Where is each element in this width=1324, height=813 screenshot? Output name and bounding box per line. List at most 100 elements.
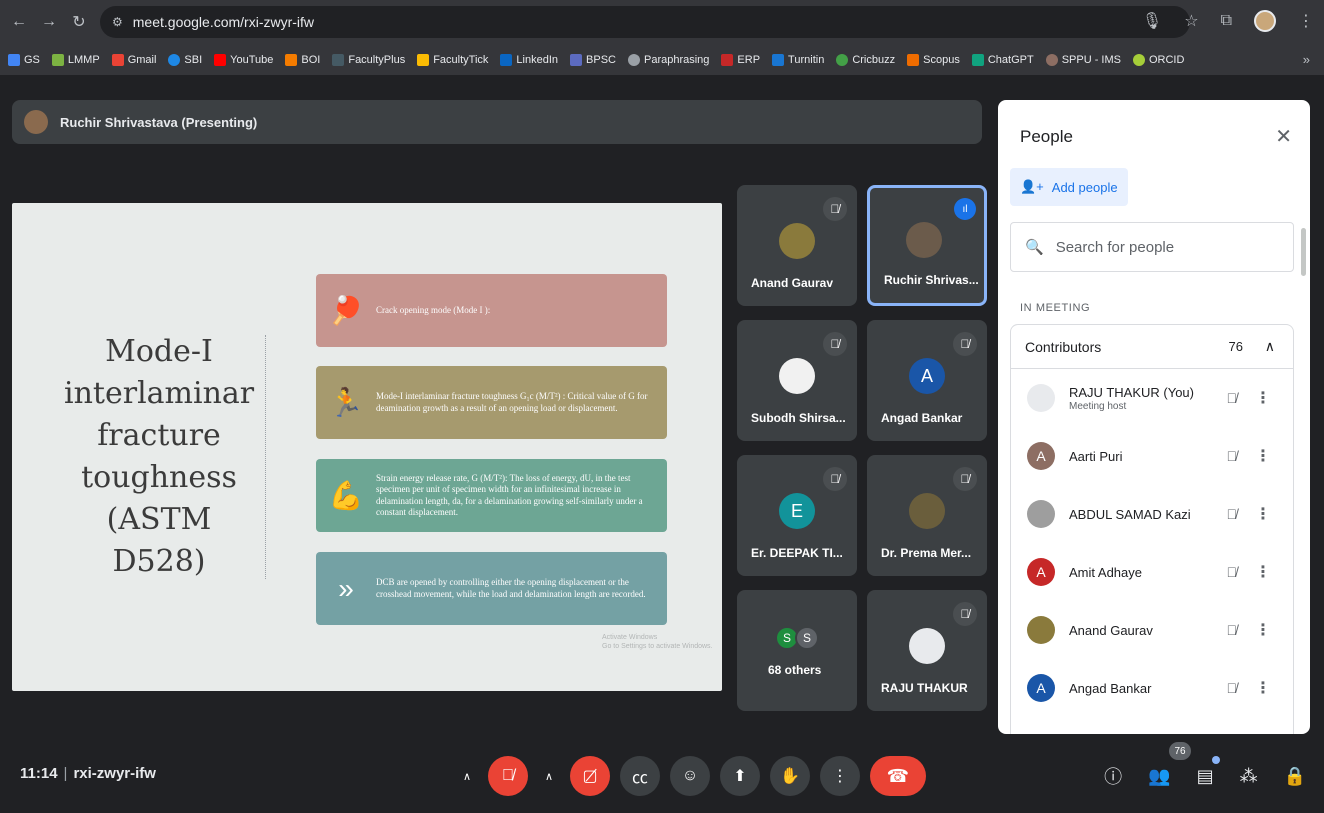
bookmark-item[interactable]: SPPU - IMS — [1045, 53, 1121, 66]
audio-options-chevron-icon[interactable]: ∧ — [456, 756, 478, 796]
bookmark-item[interactable]: FacultyTick — [417, 53, 488, 66]
list-item[interactable]: A Aarti Puri 🎙̸ ⋮ — [1011, 427, 1293, 485]
mic-off-icon[interactable]: 🎙̸ — [1227, 390, 1238, 406]
participant-tile[interactable]: ıl Ruchir Shrivas... — [867, 185, 987, 306]
card-text: Mode-I interlaminar fracture toughness G… — [376, 391, 648, 413]
browser-menu-icon[interactable]: ⋮ — [1298, 11, 1314, 31]
forward-icon[interactable]: → — [38, 11, 60, 33]
list-item[interactable]: ABDUL SAMAD Kazi 🎙̸ ⋮ — [1011, 485, 1293, 543]
captions-button[interactable]: ㏄ — [620, 756, 660, 796]
participant-name: Ruchir Shrivas... — [884, 273, 979, 287]
mic-off-icon[interactable]: 🎙̸ — [1227, 680, 1238, 696]
contributors-header[interactable]: Contributors 76 ∧ — [1011, 325, 1293, 369]
close-icon[interactable]: ✕ — [1275, 124, 1292, 149]
others-tile[interactable]: S S 68 others — [737, 590, 857, 711]
presenter-label: Ruchir Shrivastava (Presenting) — [60, 114, 258, 130]
bookmark-item[interactable]: Cricbuzz — [836, 53, 895, 66]
search-field[interactable]: 🔍 — [1010, 222, 1294, 272]
flexed-arm-icon: 💪 — [328, 480, 364, 511]
more-options-button[interactable]: ⋮ — [820, 756, 860, 796]
participant-name: Anand Gaurav — [751, 276, 834, 290]
ping-pong-icon: 🏓 — [328, 295, 364, 326]
raise-hand-button[interactable]: ✋ — [770, 756, 810, 796]
participant-tile[interactable]: 🎙̸ A Angad Bankar — [867, 320, 987, 441]
host-controls-icon[interactable]: 🔒 — [1284, 766, 1306, 787]
bookmarks-overflow[interactable]: » — [1303, 52, 1310, 67]
video-options-chevron-icon[interactable]: ∧ — [538, 756, 560, 796]
participant-tile[interactable]: 🎙̸ E Er. DEEPAK TI... — [737, 455, 857, 576]
card-text: Strain energy release rate, G (M/T²): Th… — [376, 473, 643, 517]
bookmark-item[interactable]: LMMP — [51, 53, 100, 66]
bookmark-item[interactable]: GS — [8, 53, 40, 66]
bookmark-item[interactable]: YouTube — [214, 53, 273, 66]
participant-tile[interactable]: 🎙̸ Subodh Shirsa... — [737, 320, 857, 441]
people-icon[interactable]: 👥 — [1148, 766, 1170, 787]
search-input[interactable] — [1055, 238, 1276, 256]
avatar — [909, 628, 945, 664]
bookmark-item[interactable]: SBI — [168, 53, 202, 66]
list-item[interactable]: A Angad Bankar 🎙̸ ⋮ — [1011, 659, 1293, 717]
more-options-icon[interactable]: ⋮ — [1255, 678, 1271, 698]
more-options-icon[interactable]: ⋮ — [1255, 388, 1271, 408]
activities-icon[interactable]: ⁂ — [1240, 766, 1258, 787]
meeting-info: 11:14 | rxi-zwyr-ifw — [20, 765, 156, 782]
others-label: 68 others — [768, 663, 822, 677]
participant-name: RAJU THAKUR (You) — [1069, 384, 1194, 400]
mic-off-icon[interactable]: 🎙̸ — [1227, 622, 1238, 638]
more-options-icon[interactable]: ⋮ — [1255, 504, 1271, 524]
bookmark-item[interactable]: LinkedIn — [500, 53, 558, 66]
bookmark-item[interactable]: Scopus — [907, 53, 960, 66]
avatar: E — [779, 493, 815, 529]
scrollbar[interactable] — [1301, 228, 1306, 276]
bookmark-item[interactable]: Turnitin — [772, 53, 824, 66]
present-screen-button[interactable]: ⬆ — [720, 756, 760, 796]
bookmark-star-icon[interactable]: ☆ — [1184, 11, 1198, 31]
more-options-icon[interactable]: ⋮ — [1255, 562, 1271, 582]
site-info-icon[interactable]: ⚙ — [112, 15, 123, 29]
back-icon[interactable]: ← — [8, 11, 30, 33]
profile-avatar[interactable] — [1254, 10, 1276, 32]
camera-off-button[interactable]: ▢̸ — [570, 756, 610, 796]
avatar: A — [1027, 674, 1055, 702]
avatar — [1027, 384, 1055, 412]
bookmark-item[interactable]: Paraphrasing — [627, 53, 709, 66]
microphone-icon[interactable]: 🎙 — [1142, 11, 1162, 31]
participant-tile[interactable]: 🎙̸ Anand Gaurav — [737, 185, 857, 306]
avatar: A — [909, 358, 945, 394]
avatar: A — [1027, 442, 1055, 470]
emoji-reaction-button[interactable]: ☺ — [670, 756, 710, 796]
mic-off-icon[interactable]: 🎙̸ — [1227, 506, 1238, 522]
mic-off-icon[interactable]: 🎙̸ — [1227, 564, 1238, 580]
more-options-icon[interactable]: ⋮ — [1255, 620, 1271, 640]
slide-card: 🏓 Crack opening mode (Mode I ): — [316, 274, 667, 347]
people-panel: People ✕ 👤+ Add people 🔍 IN MEETING Cont… — [998, 100, 1310, 734]
extensions-icon[interactable]: ⧉ — [1221, 12, 1232, 30]
add-people-button[interactable]: 👤+ Add people — [1010, 168, 1128, 206]
bookmark-item[interactable]: BPSC — [570, 53, 616, 66]
bookmark-item[interactable]: ORCID — [1132, 53, 1184, 66]
url-text: meet.google.com/rxi-zwyr-ifw — [132, 14, 315, 30]
browser-toolbar: ← → ↻ ⚙ meet.google.com/rxi-zwyr-ifw 🎙 ☆… — [0, 0, 1324, 44]
mic-off-icon[interactable]: 🎙̸ — [1227, 448, 1238, 464]
chevron-up-icon[interactable]: ∧ — [1265, 338, 1275, 355]
participant-tile[interactable]: 🎙̸ Dr. Prema Mer... — [867, 455, 987, 576]
presenter-avatar — [24, 110, 48, 134]
bookmark-item[interactable]: FacultyPlus — [332, 53, 405, 66]
reload-icon[interactable]: ↻ — [68, 11, 90, 33]
meeting-details-icon[interactable]: ⓘ — [1104, 763, 1122, 789]
bookmark-item[interactable]: ERP — [721, 53, 760, 66]
more-options-icon[interactable]: ⋮ — [1255, 446, 1271, 466]
bookmark-item[interactable]: ChatGPT — [971, 53, 1034, 66]
chat-icon[interactable]: ▤ — [1197, 766, 1214, 787]
address-bar[interactable]: ⚙ meet.google.com/rxi-zwyr-ifw — [100, 6, 1190, 38]
bookmark-item[interactable]: Gmail — [111, 53, 156, 66]
bookmark-item[interactable]: BOI — [285, 53, 320, 66]
slide-divider — [265, 335, 266, 579]
list-item[interactable]: RAJU THAKUR (You) Meeting host 🎙̸ ⋮ — [1011, 369, 1293, 427]
participant-tile[interactable]: 🎙̸ RAJU THAKUR — [867, 590, 987, 711]
mic-off-button[interactable]: 🎙̸ — [488, 756, 528, 796]
leave-call-button[interactable]: ☎ — [870, 756, 926, 796]
participant-name: Angad Bankar — [1069, 680, 1152, 696]
list-item[interactable]: A Amit Adhaye 🎙̸ ⋮ — [1011, 543, 1293, 601]
list-item[interactable]: Anand Gaurav 🎙̸ ⋮ — [1011, 601, 1293, 659]
